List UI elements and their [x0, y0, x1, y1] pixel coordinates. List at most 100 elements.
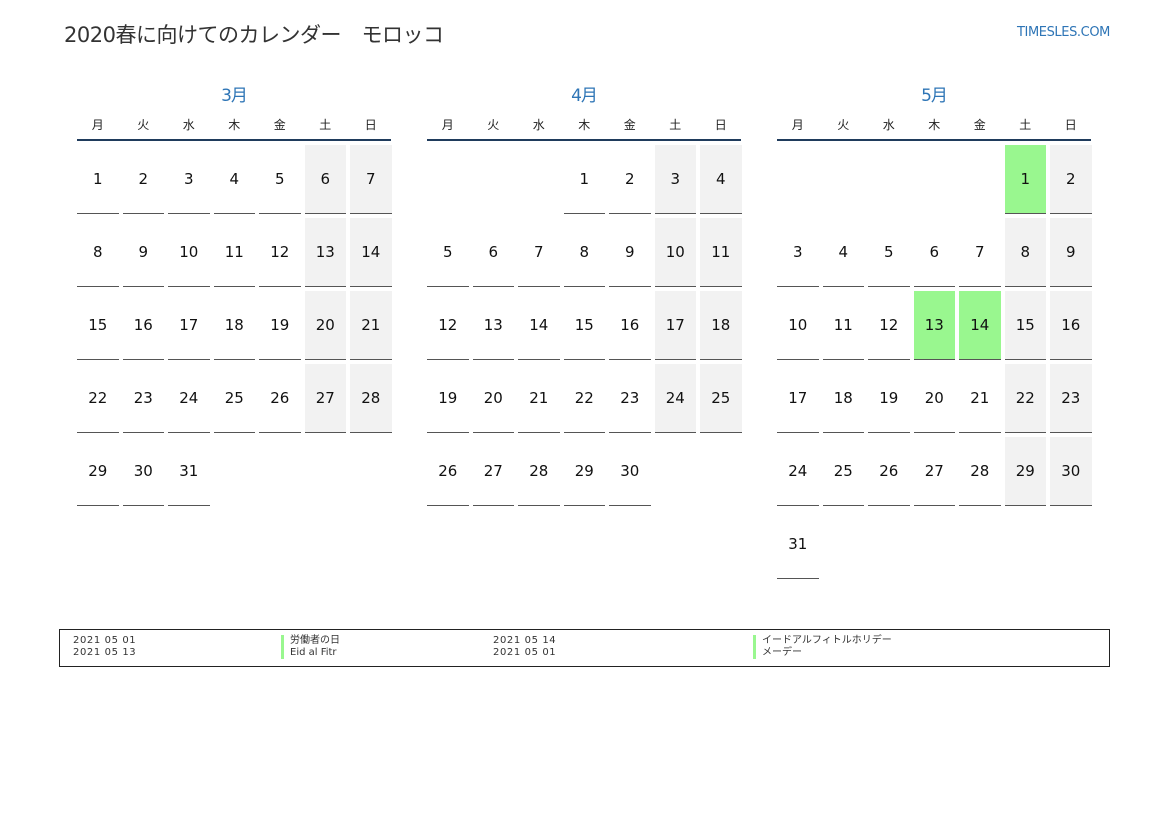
legend-date: 2021 05 13	[73, 647, 137, 658]
weekend-day-cell: 17	[654, 291, 696, 360]
empty-day-cell	[214, 437, 256, 506]
weekday-label: 水	[532, 117, 545, 132]
weekday-label: 水	[882, 117, 895, 132]
day-cell: 8	[77, 218, 119, 287]
weekday-label: 月	[441, 117, 454, 132]
day-cell: 29	[77, 437, 119, 506]
legend-holiday-name: イードアルフィトルホリデー	[753, 635, 892, 647]
day-cell: 9	[122, 218, 164, 287]
weekday-label: 月	[91, 117, 104, 132]
weekday-label: 土	[669, 117, 682, 132]
empty-day-cell	[305, 437, 347, 506]
holiday-day-cell: 1	[1004, 145, 1046, 214]
day-cell: 16	[122, 291, 164, 360]
day-cell: 9	[609, 218, 651, 287]
page-title: 2020春に向けてのカレンダー モロッコ	[64, 23, 444, 47]
day-cell: 1	[77, 145, 119, 214]
day-cell: 14	[518, 291, 560, 360]
weekday-label: 木	[228, 117, 241, 132]
day-cell: 26	[427, 437, 469, 506]
weekday-label: 月	[791, 117, 804, 132]
month-title: 5月	[921, 86, 948, 106]
weekday-label: 土	[1019, 117, 1032, 132]
weekend-day-cell: 9	[1050, 218, 1092, 287]
days-grid: 1 2 3 4 5 6 7 8 9 10 11 12 13 14 15 16 17 18 19 20 21 22 23 24 2…	[77, 141, 392, 506]
weekday-label: 木	[928, 117, 941, 132]
weekend-day-cell: 25	[700, 364, 742, 433]
weekend-day-cell: 4	[700, 145, 742, 214]
weekday-label: 金	[623, 117, 636, 132]
empty-day-cell	[259, 437, 301, 506]
weekday-label: 日	[364, 117, 377, 132]
empty-day-cell	[823, 510, 865, 579]
month-title: 4月	[571, 86, 598, 106]
day-cell: 28	[959, 437, 1001, 506]
day-cell: 4	[213, 145, 255, 214]
weekday-label: 火	[487, 117, 500, 132]
weekday-label: 金	[273, 117, 286, 132]
holiday-day-cell: 13	[913, 291, 955, 360]
brand-link[interactable]: TIMESLES.COM	[1017, 25, 1110, 40]
weekend-day-cell: 11	[700, 218, 742, 287]
day-cell: 26	[259, 364, 301, 433]
day-cell: 19	[427, 364, 469, 433]
weekend-day-cell: 14	[350, 218, 392, 287]
empty-day-cell	[959, 145, 1001, 214]
day-cell: 20	[472, 364, 514, 433]
day-cell: 2	[609, 145, 651, 214]
weekend-day-cell: 21	[350, 291, 392, 360]
weekend-day-cell: 7	[350, 145, 392, 214]
weekend-day-cell: 13	[304, 218, 346, 287]
day-cell: 24	[777, 437, 819, 506]
day-cell: 20	[913, 364, 955, 433]
month-title: 3月	[221, 86, 248, 106]
empty-day-cell	[350, 437, 392, 506]
day-cell: 18	[822, 364, 864, 433]
empty-day-cell	[473, 145, 515, 214]
weekend-day-cell: 22	[1004, 364, 1046, 433]
weekend-day-cell: 20	[304, 291, 346, 360]
weekend-day-cell: 24	[654, 364, 696, 433]
day-cell: 21	[959, 364, 1001, 433]
empty-day-cell	[914, 145, 956, 214]
day-cell: 24	[168, 364, 210, 433]
day-cell: 3	[168, 145, 210, 214]
day-cell: 23	[122, 364, 164, 433]
legend-dates-col: 2021 05 01 2021 05 13	[73, 635, 136, 659]
holiday-legend: 2021 05 01 2021 05 13 労働者の日 Eid al Fitr …	[59, 629, 1110, 667]
day-cell: 1	[563, 145, 605, 214]
weekend-day-cell: 18	[700, 291, 742, 360]
weekday-label: 水	[182, 117, 195, 132]
day-cell: 13	[472, 291, 514, 360]
day-cell: 17	[777, 364, 819, 433]
days-grid: 1 2 3 4 5 6 7 8 9 10 11 12 13 14 15 16 17 18 19 20 21 22 23 24 2…	[777, 141, 1092, 579]
month-march: 3月 月 火 水 木 金 土 日 1 2 3 4 5 6 7 8 9 10 11 12 13 14 15 16…	[77, 83, 392, 506]
weekday-header: 月 火 水 木 金 土 日	[777, 109, 1091, 141]
day-cell: 15	[77, 291, 119, 360]
day-cell: 5	[259, 145, 301, 214]
day-cell: 27	[472, 437, 514, 506]
weekend-day-cell: 2	[1050, 145, 1092, 214]
empty-day-cell	[959, 510, 1001, 579]
day-cell: 6	[472, 218, 514, 287]
weekend-day-cell: 16	[1050, 291, 1092, 360]
legend-date: 2021 05 14	[493, 635, 557, 646]
day-cell: 26	[868, 437, 910, 506]
day-cell: 10	[777, 291, 819, 360]
day-cell: 19	[868, 364, 910, 433]
holiday-day-cell: 14	[959, 291, 1001, 360]
empty-day-cell	[914, 510, 956, 579]
weekday-label: 火	[837, 117, 850, 132]
day-cell: 7	[959, 218, 1001, 287]
legend-holiday-name: Eid al Fitr	[281, 647, 340, 659]
empty-day-cell	[868, 510, 910, 579]
empty-day-cell	[1005, 510, 1047, 579]
day-cell: 31	[777, 510, 819, 579]
day-cell: 25	[822, 437, 864, 506]
weekday-header: 月 火 水 木 金 土 日	[77, 109, 391, 141]
day-cell: 4	[822, 218, 864, 287]
weekend-day-cell: 30	[1050, 437, 1092, 506]
empty-day-cell	[777, 145, 819, 214]
day-cell: 22	[563, 364, 605, 433]
legend-holiday-name: 労働者の日	[281, 635, 340, 647]
